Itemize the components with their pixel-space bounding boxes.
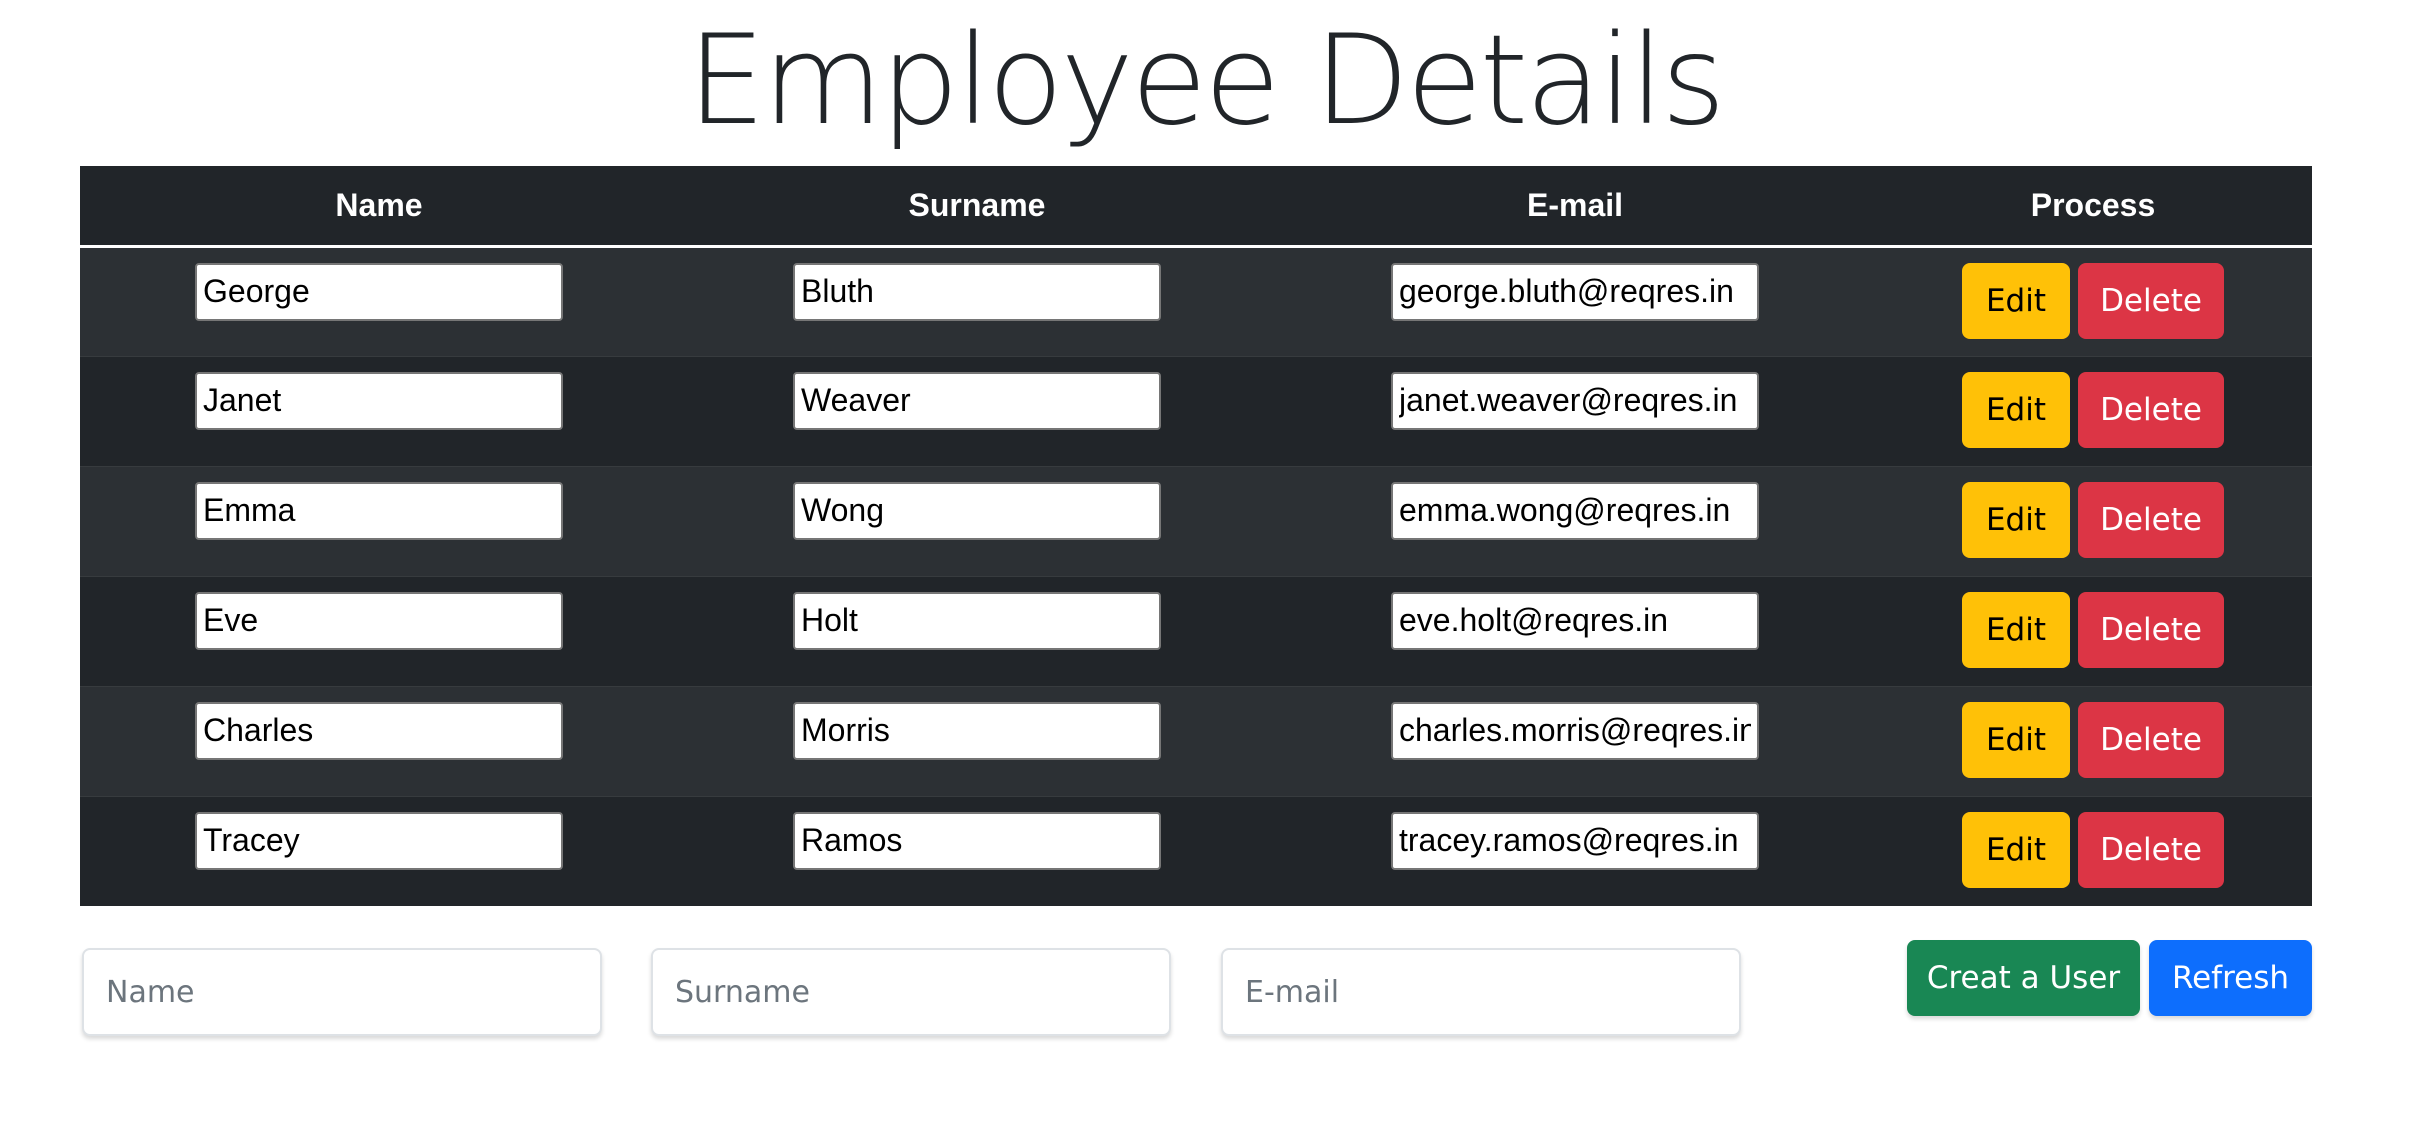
delete-button[interactable]: Delete bbox=[2078, 701, 2224, 778]
table-header-row: Name Surname E-mail Process bbox=[80, 166, 2312, 248]
process-cell: Edit Delete bbox=[1874, 686, 2312, 796]
table-row: EditDelete bbox=[80, 466, 2312, 576]
surname-cell bbox=[678, 466, 1276, 576]
create-user-button[interactable]: Creat a User bbox=[1907, 940, 2140, 1016]
email-field[interactable] bbox=[1391, 371, 1759, 430]
surname-cell bbox=[678, 246, 1276, 356]
email-field[interactable] bbox=[1391, 591, 1759, 650]
edit-button[interactable]: Edit bbox=[1962, 811, 2070, 888]
surname-field[interactable] bbox=[793, 262, 1161, 321]
name-cell bbox=[80, 796, 678, 906]
name-cell bbox=[80, 466, 678, 576]
process-cell: Edit Delete bbox=[1874, 796, 2312, 906]
name-field[interactable] bbox=[195, 371, 563, 430]
email-cell bbox=[1276, 796, 1874, 906]
edit-button[interactable]: Edit bbox=[1962, 371, 2070, 448]
process-cell: Edit Delete bbox=[1874, 246, 2312, 356]
table-row: EditDelete bbox=[80, 246, 2312, 356]
email-field[interactable] bbox=[1391, 262, 1759, 321]
column-header-surname: Surname bbox=[678, 166, 1276, 248]
email-cell bbox=[1276, 576, 1874, 686]
table-row: EditDelete bbox=[80, 356, 2312, 466]
name-cell bbox=[80, 576, 678, 686]
surname-field[interactable] bbox=[793, 591, 1161, 650]
email-cell bbox=[1276, 686, 1874, 796]
table-row: EditDelete bbox=[80, 686, 2312, 796]
surname-cell bbox=[678, 576, 1276, 686]
delete-button[interactable]: Delete bbox=[2078, 591, 2224, 668]
surname-cell bbox=[678, 356, 1276, 466]
new-email-input[interactable] bbox=[1221, 948, 1741, 1036]
name-cell bbox=[80, 246, 678, 356]
surname-cell bbox=[678, 686, 1276, 796]
surname-field[interactable] bbox=[793, 701, 1161, 760]
email-field[interactable] bbox=[1391, 701, 1759, 760]
surname-field[interactable] bbox=[793, 371, 1161, 430]
email-cell bbox=[1276, 356, 1874, 466]
column-header-name: Name bbox=[80, 166, 678, 248]
edit-button[interactable]: Edit bbox=[1962, 481, 2070, 558]
process-cell: Edit Delete bbox=[1874, 356, 2312, 466]
name-field[interactable] bbox=[195, 591, 563, 650]
process-cell: Edit Delete bbox=[1874, 466, 2312, 576]
refresh-button[interactable]: Refresh bbox=[2149, 940, 2312, 1016]
name-field[interactable] bbox=[195, 701, 563, 760]
email-field[interactable] bbox=[1391, 481, 1759, 540]
delete-button[interactable]: Delete bbox=[2078, 811, 2224, 888]
name-field[interactable] bbox=[195, 481, 563, 540]
surname-field[interactable] bbox=[793, 481, 1161, 540]
table-row: EditDelete bbox=[80, 576, 2312, 686]
new-surname-input[interactable] bbox=[651, 948, 1171, 1036]
name-cell bbox=[80, 356, 678, 466]
name-field[interactable] bbox=[195, 262, 563, 321]
edit-button[interactable]: Edit bbox=[1962, 591, 2070, 668]
delete-button[interactable]: Delete bbox=[2078, 371, 2224, 448]
column-header-email: E-mail bbox=[1276, 166, 1874, 248]
page-title: Employee Details bbox=[687, 9, 1725, 153]
process-cell: Edit Delete bbox=[1874, 576, 2312, 686]
delete-button[interactable]: Delete bbox=[2078, 481, 2224, 558]
new-name-input[interactable] bbox=[82, 948, 602, 1036]
edit-button[interactable]: Edit bbox=[1962, 701, 2070, 778]
name-cell bbox=[80, 686, 678, 796]
edit-button[interactable]: Edit bbox=[1962, 262, 2070, 339]
table-row: EditDelete bbox=[80, 796, 2312, 906]
column-header-process: Process bbox=[1874, 166, 2312, 248]
delete-button[interactable]: Delete bbox=[2078, 262, 2224, 339]
email-cell bbox=[1276, 466, 1874, 576]
name-field[interactable] bbox=[195, 811, 563, 870]
email-cell bbox=[1276, 246, 1874, 356]
email-field[interactable] bbox=[1391, 811, 1759, 870]
surname-cell bbox=[678, 796, 1276, 906]
employee-table: Name Surname E-mail Process EditDelete bbox=[80, 166, 2312, 906]
surname-field[interactable] bbox=[793, 811, 1161, 870]
